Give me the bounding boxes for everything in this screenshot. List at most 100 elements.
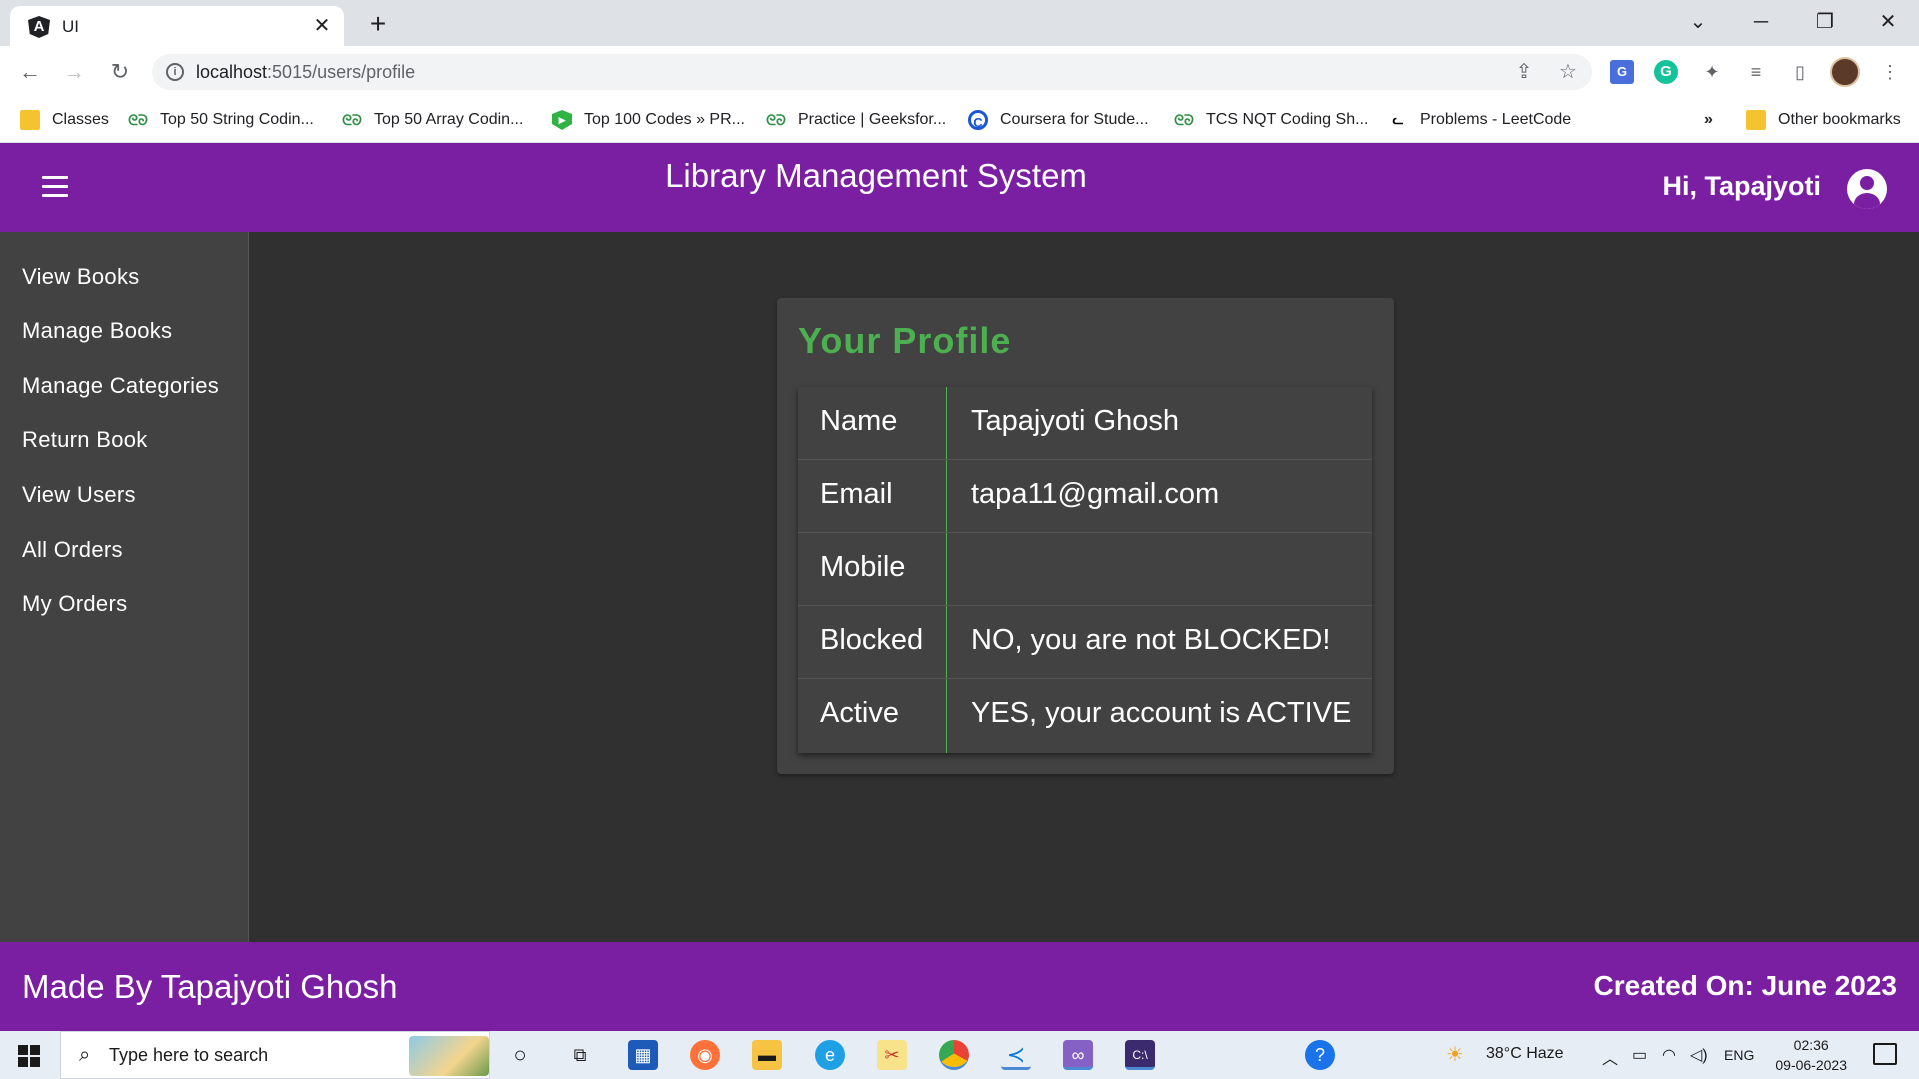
vscode-icon[interactable]: ≺ <box>1001 1040 1031 1070</box>
store-icon[interactable]: ▦ <box>628 1040 658 1070</box>
share-icon[interactable]: ⇪ <box>1512 60 1536 84</box>
sidebar-item-view-users[interactable]: View Users <box>22 482 136 508</box>
profile-avatar-icon[interactable] <box>1830 57 1860 87</box>
bookmark-star-icon[interactable]: ☆ <box>1556 60 1580 84</box>
clock[interactable]: 02:36 09-06-2023 <box>1775 1035 1847 1075</box>
url-host: localhost <box>196 62 268 82</box>
cortana-icon[interactable]: ○ <box>505 1040 535 1070</box>
bookmark-item[interactable]: ᘓᘐ Top 50 String Codin... <box>128 108 314 132</box>
address-bar[interactable]: i localhost:5015/users/profile ⇪ ☆ <box>152 54 1592 90</box>
new-tab-button[interactable]: + <box>362 8 394 40</box>
tray-chevron-icon[interactable]: ︿ <box>1602 1045 1618 1069</box>
field-label: Active <box>820 697 899 729</box>
search-highlight-image <box>409 1036 489 1076</box>
bookmark-label: Practice | Geeksfor... <box>798 111 947 128</box>
browser-tabstrip: A UI ✕ + ⌄ ─ ❐ ✕ <box>0 0 1919 46</box>
bookmark-item[interactable]: C Coursera for Stude... <box>968 108 1149 132</box>
tab-title: UI <box>62 17 79 36</box>
language-indicator[interactable]: ENG <box>1724 1047 1754 1063</box>
user-greeting: Hi, Tapajyoti <box>1662 171 1821 201</box>
tab-search-icon[interactable]: ⌄ <box>1670 4 1726 40</box>
table-row: Blocked NO, you are not BLOCKED! <box>798 606 1372 679</box>
site-info-icon[interactable]: i <box>166 63 184 81</box>
field-value: tapa11@gmail.com <box>971 478 1220 510</box>
footer-created-on: Created On: June 2023 <box>1593 970 1897 1001</box>
close-window-button[interactable]: ✕ <box>1860 4 1916 40</box>
bookmark-item[interactable]: Classes <box>20 108 109 132</box>
gfg-icon: ᘓᘐ <box>1174 112 1194 128</box>
more-menu-icon[interactable]: ⋮ <box>1876 58 1904 86</box>
bookmark-label: Top 50 Array Codin... <box>374 111 524 128</box>
sidebar-item-return-book[interactable]: Return Book <box>22 427 148 453</box>
bookmark-item[interactable]: ᓚ Problems - LeetCode <box>1388 108 1571 132</box>
file-explorer-icon[interactable]: ▬ <box>752 1040 782 1070</box>
app-title: Library Management System <box>665 157 1087 194</box>
angular-icon: A <box>28 16 50 38</box>
chrome-icon[interactable] <box>939 1040 969 1070</box>
account-circle-icon[interactable] <box>1847 169 1887 209</box>
field-label: Name <box>820 405 898 437</box>
firefox-icon[interactable]: ◉ <box>690 1040 720 1070</box>
back-button[interactable]: ← <box>14 56 46 88</box>
reload-button[interactable]: ↻ <box>104 56 136 88</box>
restore-button[interactable]: ❐ <box>1797 4 1853 40</box>
folder-icon <box>20 110 40 130</box>
coursera-icon: C <box>968 110 988 130</box>
close-tab-icon[interactable]: ✕ <box>310 14 334 38</box>
sidebar-item-view-books[interactable]: View Books <box>22 264 140 290</box>
battery-icon[interactable]: ▭ <box>1632 1045 1647 1065</box>
gfg-icon: ᘓᘐ <box>342 112 362 128</box>
profile-card: Your Profile Name Tapajyoti Ghosh Email … <box>777 298 1394 774</box>
forward-button[interactable]: → <box>58 56 90 88</box>
help-icon[interactable]: ? <box>1305 1040 1335 1070</box>
sidebar-item-manage-books[interactable]: Manage Books <box>22 318 172 344</box>
bookmark-label: TCS NQT Coding Sh... <box>1206 111 1369 128</box>
browser-tab[interactable]: A UI ✕ <box>10 6 344 46</box>
field-value: Tapajyoti Ghosh <box>971 405 1179 437</box>
bookmark-item[interactable]: ᘓᘐ Practice | Geeksfor... <box>766 108 946 132</box>
minimize-button[interactable]: ─ <box>1733 4 1789 40</box>
table-row: Name Tapajyoti Ghosh <box>798 387 1372 460</box>
bookmark-item[interactable]: ᘓᘐ Top 50 Array Codin... <box>342 108 523 132</box>
bookmark-label: Top 50 String Codin... <box>160 111 314 128</box>
media-control-icon[interactable]: ≡ <box>1742 58 1770 86</box>
app-header: Library Management System Hi, Tapajyoti <box>0 143 1919 232</box>
side-panel-icon[interactable]: ▯ <box>1786 58 1814 86</box>
sidebar-item-my-orders[interactable]: My Orders <box>22 591 127 617</box>
sidebar: View Books Manage Books Manage Categorie… <box>0 232 249 942</box>
other-bookmarks[interactable]: Other bookmarks <box>1746 108 1901 132</box>
edge-icon[interactable]: e <box>815 1040 845 1070</box>
windows-start-icon[interactable] <box>18 1045 40 1067</box>
shield-icon: ▸ <box>552 110 572 130</box>
gfg-icon: ᘓᘐ <box>766 112 786 128</box>
visual-studio-icon[interactable]: ∞ <box>1063 1040 1093 1070</box>
bookmark-item[interactable]: ▸ Top 100 Codes » PR... <box>552 108 745 132</box>
bookmark-item[interactable]: ᘓᘐ TCS NQT Coding Sh... <box>1174 108 1368 132</box>
sidebar-item-all-orders[interactable]: All Orders <box>22 537 123 563</box>
grammarly-icon[interactable]: G <box>1654 60 1678 84</box>
bookmarks-bar: Classes ᘓᘐ Top 50 String Codin... ᘓᘐ Top 5… <box>0 98 1919 143</box>
terminal-icon[interactable]: C:\ <box>1125 1040 1155 1070</box>
weather-icon: ☀ <box>1446 1044 1464 1066</box>
url-text: localhost:5015/users/profile <box>196 62 415 83</box>
taskbar-search[interactable]: ⌕ Type here to search <box>60 1031 490 1079</box>
volume-icon[interactable]: ◁) <box>1690 1045 1708 1065</box>
task-view-icon[interactable]: ⧉ <box>565 1040 595 1070</box>
google-translate-icon[interactable]: G <box>1610 60 1634 84</box>
bookmark-label: Coursera for Stude... <box>1000 111 1149 128</box>
extensions-puzzle-icon[interactable]: ✦ <box>1698 58 1726 86</box>
profile-title: Your Profile <box>798 320 1012 361</box>
sidebar-item-manage-categories[interactable]: Manage Categories <box>22 373 219 399</box>
field-label: Email <box>820 478 893 510</box>
clock-time: 02:36 <box>1793 1037 1829 1053</box>
profile-table: Name Tapajyoti Ghosh Email tapa11@gmail.… <box>798 387 1372 753</box>
search-icon: ⌕ <box>79 1044 91 1066</box>
other-bookmarks-label: Other bookmarks <box>1778 111 1901 128</box>
wifi-icon[interactable]: ◠ <box>1662 1045 1676 1065</box>
taskbar: ⌕ Type here to search ○ ⧉ ▦ ◉ ▬ e ✂ ≺ ∞ … <box>0 1031 1919 1079</box>
snipping-tool-icon[interactable]: ✂ <box>877 1040 907 1070</box>
weather-text[interactable]: 38°C Haze <box>1486 1045 1564 1063</box>
notification-icon[interactable] <box>1873 1043 1897 1065</box>
bookmarks-overflow-button[interactable]: » <box>1704 108 1713 132</box>
table-row: Active YES, your account is ACTIVE <box>798 679 1372 752</box>
